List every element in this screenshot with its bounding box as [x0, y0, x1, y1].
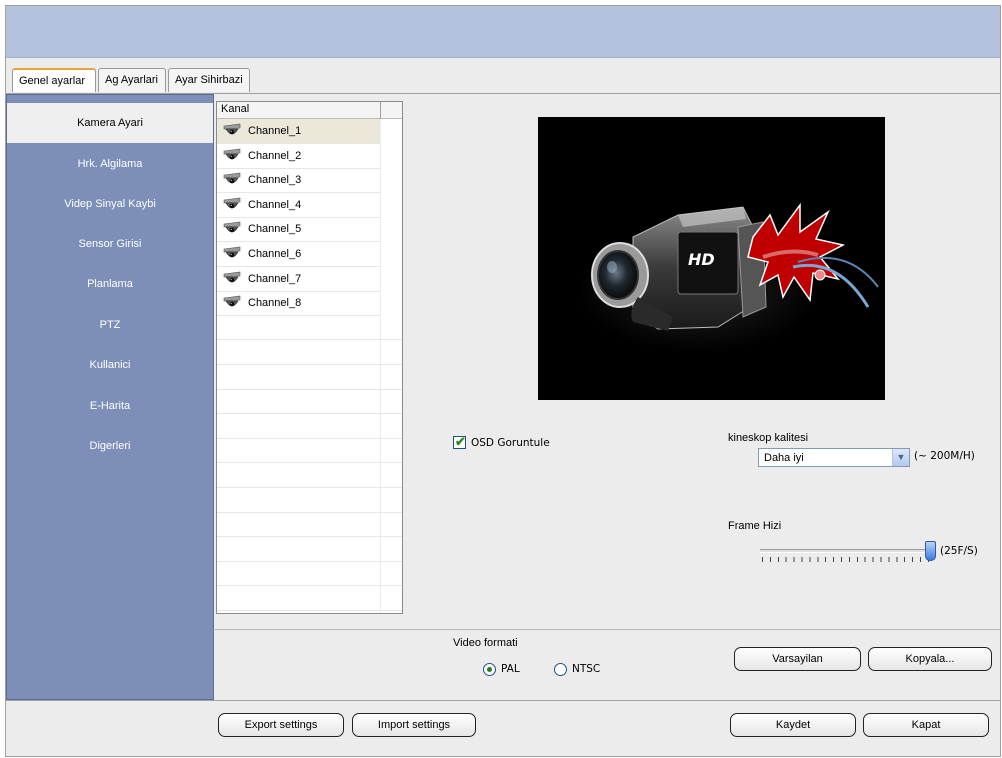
ntsc-radio-label[interactable]: NTSC — [572, 663, 600, 675]
frame-rate-slider-ticks — [762, 557, 932, 562]
channel-label: Channel_7 — [248, 272, 302, 285]
dome-camera-icon — [222, 221, 242, 238]
video-format-label: Video formati — [453, 637, 518, 649]
dome-camera-icon — [222, 246, 242, 263]
channel-label: Channel_6 — [248, 248, 302, 260]
ntsc-radio[interactable] — [554, 663, 567, 676]
frame-rate-label: Frame Hizi — [728, 520, 782, 532]
empty-row-line — [217, 388, 402, 390]
divider — [215, 629, 1000, 630]
sidebar-item-kullanici[interactable]: Kullanici — [7, 345, 213, 385]
frame-rate-slider-track[interactable] — [760, 549, 932, 553]
dome-camera-icon — [222, 123, 242, 140]
camcorder-illustration: HD — [578, 202, 879, 352]
export-settings-button[interactable]: Export settings — [218, 713, 344, 737]
dome-camera-icon — [222, 197, 242, 214]
sidebar-item-hrk-algilama[interactable]: Hrk. Algilama — [7, 144, 213, 184]
channel-label: Channel_3 — [248, 174, 302, 187]
kinescope-quality-value: Daha iyi — [764, 452, 804, 464]
empty-row-line — [217, 437, 402, 439]
empty-row-line — [217, 536, 402, 538]
default-button[interactable]: Varsayilan — [734, 647, 861, 671]
kinescope-quality-label: kineskop kalitesi — [728, 432, 809, 444]
channel-row[interactable]: Channel_7 — [217, 267, 380, 292]
channel-row[interactable]: Channel_5 — [217, 217, 380, 243]
empty-row-line — [217, 364, 402, 365]
channel-label: Channel_5 — [248, 223, 302, 236]
dome-camera-icon — [222, 148, 242, 165]
column-header-kanal: Kanal — [221, 103, 250, 115]
sidebar: Kamera Ayari Hrk. Algilama Videp Sinyal … — [6, 94, 214, 700]
sidebar-item-planlama[interactable]: Planlama — [7, 264, 213, 304]
check-icon: ✔ — [455, 434, 466, 449]
copy-button[interactable]: Kopyala... — [868, 647, 992, 671]
empty-row-line — [217, 487, 402, 488]
top-banner — [6, 6, 1000, 58]
tab-strip: Genel ayarlar Ag Ayarlari Ayar Sihirbazi — [6, 58, 1000, 94]
channel-row[interactable]: Channel_4 — [217, 193, 380, 218]
sidebar-item-video-sinyal-kaybi[interactable]: Videp Sinyal Kaybi — [7, 184, 213, 224]
camera-preview-image: HD — [538, 117, 885, 400]
osd-label: OSD Goruntule — [471, 437, 550, 449]
kinescope-quality-select[interactable]: Daha iyi ▼ — [758, 448, 910, 467]
channel-row[interactable]: Channel_1 — [217, 119, 380, 144]
pal-radio[interactable] — [483, 663, 496, 676]
hd-logo-text: HD — [688, 250, 715, 269]
channel-list[interactable]: Kanal Channel_1 Channel_2 Channel_3 Channel… — [216, 101, 403, 614]
chevron-down-icon[interactable]: ▼ — [892, 449, 909, 466]
column-divider[interactable] — [380, 102, 381, 119]
sidebar-item-ptz[interactable]: PTZ — [7, 305, 213, 345]
dome-camera-icon — [222, 271, 242, 288]
channel-row[interactable]: Channel_3 — [217, 168, 380, 194]
tab-ag-ayarlari[interactable]: Ag Ayarlari — [98, 68, 166, 92]
sidebar-item-e-harita[interactable]: E-Harita — [7, 386, 213, 426]
close-button[interactable]: Kapat — [863, 713, 989, 737]
channel-label: Channel_1 — [248, 125, 302, 137]
empty-row-line — [217, 462, 402, 464]
channel-row[interactable]: Channel_6 — [217, 242, 380, 267]
frame-rate-slider-thumb[interactable] — [925, 541, 936, 561]
channel-row[interactable]: Channel_8 — [217, 291, 380, 317]
dome-camera-icon — [222, 172, 242, 189]
sidebar-item-digerleri[interactable]: Digerleri — [7, 426, 213, 466]
channel-label: Channel_8 — [248, 297, 302, 310]
empty-row-line — [217, 511, 402, 513]
channel-row[interactable]: Channel_2 — [217, 144, 380, 169]
sidebar-item-sensor-girisi[interactable]: Sensor Girisi — [7, 224, 213, 264]
frame-rate-value: (25F/S) — [940, 545, 978, 557]
channel-list-header[interactable]: Kanal — [217, 102, 402, 119]
pal-radio-label[interactable]: PAL — [501, 663, 520, 675]
osd-checkbox[interactable]: ✔ — [453, 434, 466, 449]
sidebar-item-kamera-ayari[interactable]: Kamera Ayari — [7, 103, 213, 143]
empty-row-line — [217, 413, 402, 415]
column-line — [380, 119, 381, 613]
empty-row-line — [217, 339, 402, 341]
import-settings-button[interactable]: Import settings — [352, 713, 476, 737]
save-button[interactable]: Kaydet — [730, 713, 856, 737]
channel-label: Channel_2 — [248, 149, 302, 162]
tab-ayar-sihirbazi[interactable]: Ayar Sihirbazi — [168, 68, 250, 92]
kinescope-quality-hint: (~ 200M/H) — [914, 450, 975, 462]
dome-camera-icon — [222, 295, 242, 312]
empty-row-line — [217, 560, 402, 562]
empty-row-line — [217, 610, 402, 611]
tab-genel-ayarlar[interactable]: Genel ayarlar — [12, 68, 96, 92]
empty-row-line — [217, 585, 402, 587]
channel-label: Channel_4 — [248, 198, 302, 211]
footer-divider — [6, 700, 1000, 701]
